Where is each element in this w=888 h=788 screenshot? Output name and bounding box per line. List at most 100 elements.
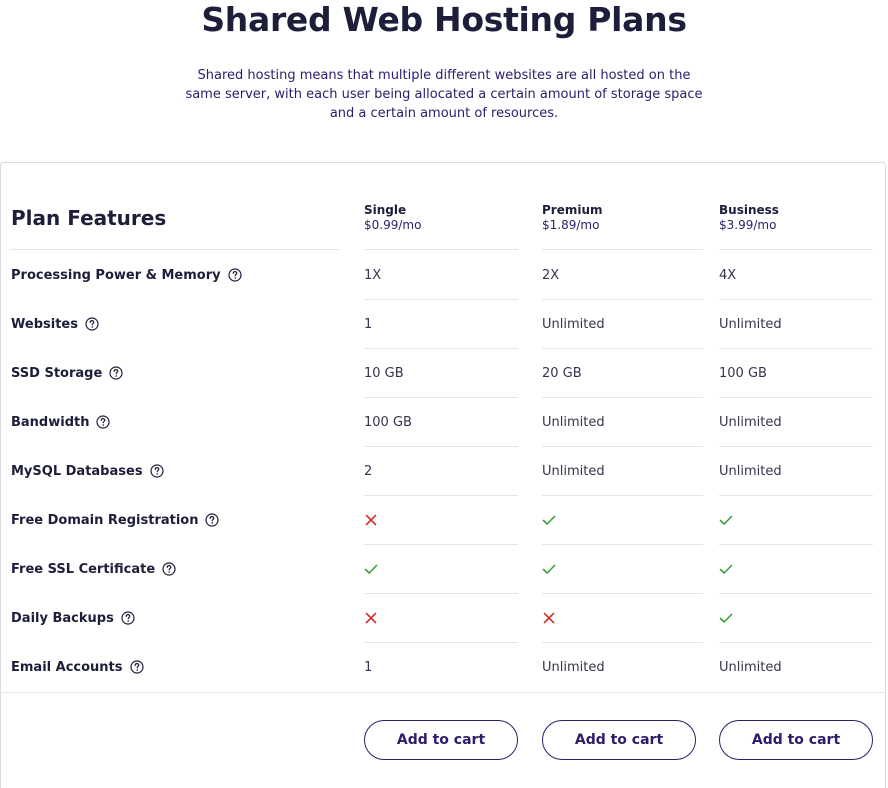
feature-label-text: SSD Storage bbox=[11, 365, 103, 381]
help-icon[interactable] bbox=[149, 464, 164, 478]
feature-label: SSD Storage bbox=[11, 363, 123, 383]
row-divider bbox=[719, 446, 873, 447]
check-icon bbox=[364, 564, 378, 574]
help-icon[interactable] bbox=[85, 317, 99, 331]
feature-value-business: Unlimited bbox=[719, 414, 782, 430]
feature-label-text: Daily Backups bbox=[11, 610, 114, 626]
feature-label: Processing Power & Memory bbox=[11, 265, 242, 285]
plan-price: $3.99/mo bbox=[719, 218, 777, 232]
row-divider bbox=[0, 692, 886, 693]
check-icon bbox=[542, 564, 556, 574]
plan-header-business: Business $3.99/mo bbox=[719, 203, 779, 233]
feature-value-single bbox=[364, 559, 378, 579]
plan-name: Premium bbox=[542, 203, 603, 217]
check-icon bbox=[542, 515, 556, 525]
row-divider bbox=[364, 348, 518, 349]
plan-name: Single bbox=[364, 203, 407, 217]
row-divider bbox=[719, 249, 873, 250]
feature-value-business bbox=[719, 559, 733, 579]
row-divider bbox=[364, 593, 518, 594]
check-icon bbox=[719, 515, 733, 525]
row-divider bbox=[364, 397, 518, 398]
feature-label: Websites bbox=[11, 314, 99, 334]
help-icon[interactable] bbox=[109, 366, 123, 380]
check-icon bbox=[719, 613, 733, 623]
feature-label-text: Free SSL Certificate bbox=[11, 561, 156, 577]
row-divider bbox=[542, 299, 703, 300]
feature-label-text: Free Domain Registration bbox=[11, 512, 199, 528]
row-divider bbox=[542, 544, 703, 545]
row-divider bbox=[11, 249, 340, 250]
feature-label: Free Domain Registration bbox=[11, 510, 220, 530]
add-to-cart-single-button[interactable]: Add to cart bbox=[364, 720, 518, 760]
feature-value-single: 2 bbox=[364, 463, 373, 479]
feature-value-business bbox=[719, 510, 733, 530]
plan-price: $1.89/mo bbox=[542, 218, 600, 232]
feature-value-single: 1 bbox=[364, 316, 373, 332]
row-divider bbox=[719, 299, 873, 300]
feature-value-single: 100 GB bbox=[364, 414, 412, 430]
row-divider bbox=[719, 642, 873, 643]
feature-value-premium: Unlimited bbox=[542, 463, 605, 479]
feature-value-premium: Unlimited bbox=[542, 659, 605, 675]
row-divider bbox=[542, 397, 703, 398]
cross-icon bbox=[365, 514, 377, 526]
feature-label: Free SSL Certificate bbox=[11, 559, 176, 579]
feature-value-single: 10 GB bbox=[364, 365, 404, 381]
feature-label: Bandwidth bbox=[11, 412, 111, 432]
row-divider bbox=[542, 495, 703, 496]
feature-value-premium: Unlimited bbox=[542, 316, 605, 332]
add-to-cart-business-button[interactable]: Add to cart bbox=[719, 720, 873, 760]
help-icon[interactable] bbox=[129, 660, 144, 674]
row-divider bbox=[364, 249, 518, 250]
row-divider bbox=[719, 397, 873, 398]
row-divider bbox=[542, 642, 703, 643]
cross-icon bbox=[365, 612, 377, 624]
row-divider bbox=[542, 348, 703, 349]
feature-label-text: Websites bbox=[11, 316, 78, 332]
feature-value-business: Unlimited bbox=[719, 316, 782, 332]
feature-value-premium: 20 GB bbox=[542, 365, 582, 381]
feature-label-text: Bandwidth bbox=[11, 414, 90, 430]
feature-label: MySQL Databases bbox=[11, 461, 164, 481]
feature-value-business: Unlimited bbox=[719, 659, 782, 675]
plan-price: $0.99/mo bbox=[364, 218, 422, 232]
help-icon[interactable] bbox=[121, 611, 135, 625]
feature-value-single bbox=[364, 608, 378, 628]
row-divider bbox=[542, 249, 703, 250]
help-icon[interactable] bbox=[205, 513, 220, 527]
feature-value-premium bbox=[542, 510, 556, 530]
plan-header-premium: Premium $1.89/mo bbox=[542, 203, 603, 233]
row-divider bbox=[542, 446, 703, 447]
feature-value-business: 100 GB bbox=[719, 365, 767, 381]
feature-value-single bbox=[364, 510, 378, 530]
row-divider bbox=[364, 299, 518, 300]
feature-value-business bbox=[719, 608, 733, 628]
feature-value-premium bbox=[542, 608, 556, 628]
row-divider bbox=[542, 593, 703, 594]
add-to-cart-premium-button[interactable]: Add to cart bbox=[542, 720, 696, 760]
feature-value-premium: 2X bbox=[542, 267, 560, 283]
feature-label: Email Accounts bbox=[11, 657, 144, 677]
page-title: Shared Web Hosting Plans bbox=[201, 0, 687, 39]
row-divider bbox=[719, 544, 873, 545]
row-divider bbox=[719, 348, 873, 349]
row-divider bbox=[719, 593, 873, 594]
row-divider bbox=[364, 642, 518, 643]
row-divider bbox=[364, 446, 518, 447]
plan-header-single: Single $0.99/mo bbox=[364, 203, 421, 233]
feature-label-text: MySQL Databases bbox=[11, 463, 143, 479]
row-divider bbox=[364, 544, 518, 545]
plan-name: Business bbox=[719, 203, 779, 217]
feature-label: Daily Backups bbox=[11, 608, 135, 628]
check-icon bbox=[719, 564, 733, 574]
row-divider bbox=[364, 495, 518, 496]
help-icon[interactable] bbox=[96, 415, 111, 429]
feature-label-text: Email Accounts bbox=[11, 659, 123, 675]
feature-value-single: 1 bbox=[364, 659, 373, 675]
feature-value-premium bbox=[542, 559, 556, 579]
help-icon[interactable] bbox=[162, 562, 176, 576]
plan-features-heading: Plan Features bbox=[11, 206, 167, 230]
feature-value-single: 1X bbox=[364, 267, 382, 283]
help-icon[interactable] bbox=[228, 268, 242, 282]
